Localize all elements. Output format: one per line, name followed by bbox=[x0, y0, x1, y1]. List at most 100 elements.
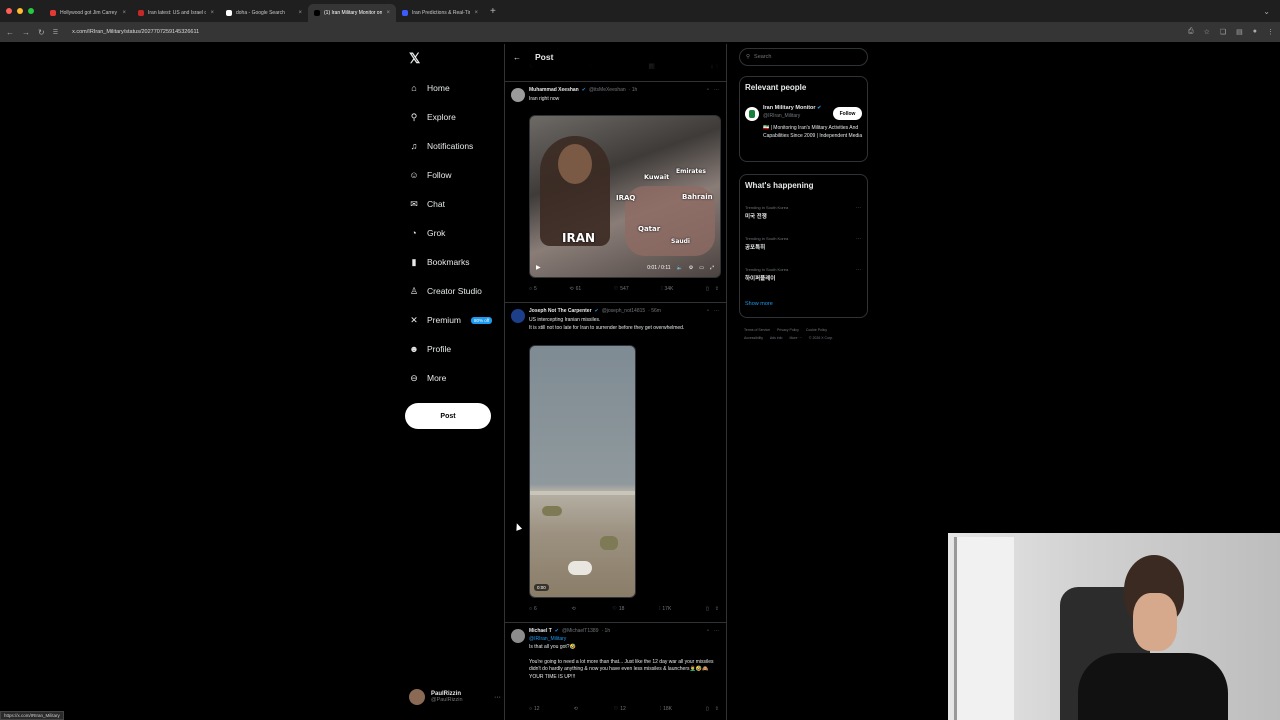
tweet-author-name[interactable]: Muhammad Xeeshan bbox=[529, 87, 579, 93]
close-tab-icon[interactable]: × bbox=[474, 10, 478, 16]
browser-tab[interactable]: Hollywood got Jim Carrey 😭 × bbox=[44, 4, 132, 22]
reply-mention-link[interactable]: @IRIran_Military bbox=[529, 636, 719, 644]
post-button[interactable]: Post bbox=[405, 403, 491, 429]
trend-item[interactable]: Trending in South Korea 미국 전쟁 ··· bbox=[745, 205, 865, 220]
footer-link[interactable]: More ··· bbox=[789, 336, 801, 340]
more-dots-icon[interactable]: ··· bbox=[714, 628, 719, 634]
bookmark-icon[interactable]: ▯ bbox=[706, 286, 709, 292]
share-icon[interactable]: ⇪ bbox=[715, 706, 719, 712]
extensions-icon[interactable]: ❏ bbox=[1220, 28, 1226, 36]
forward-arrow-icon[interactable]: → bbox=[22, 28, 30, 37]
footer-link[interactable]: Terms of Service bbox=[744, 328, 770, 332]
close-tab-icon[interactable]: × bbox=[298, 10, 302, 16]
grok-icon[interactable]: ◔ bbox=[706, 628, 709, 634]
browser-tab[interactable]: Iran latest: US and Israel con × bbox=[132, 4, 220, 22]
tweet-time[interactable]: · 56m bbox=[648, 308, 661, 314]
pip-icon[interactable]: ▭ bbox=[699, 265, 704, 271]
sidebar-icon[interactable]: ▤ bbox=[1236, 28, 1243, 36]
footer-link[interactable]: Cookie Policy bbox=[806, 328, 827, 332]
back-arrow-icon[interactable]: ← bbox=[513, 53, 521, 62]
minimize-window-button[interactable] bbox=[17, 8, 23, 14]
nav-item-creator-studio[interactable]: ♙ Creator Studio bbox=[409, 282, 482, 300]
grok-icon[interactable]: ◔ bbox=[706, 87, 709, 93]
nav-item-follow[interactable]: ☺ Follow bbox=[409, 166, 451, 184]
nav-item-premium[interactable]: ✕ Premium 80% off bbox=[409, 311, 493, 329]
reply-button[interactable]: ○ 5 bbox=[529, 286, 537, 292]
reply-button[interactable]: ○ 6 bbox=[529, 606, 537, 612]
close-tab-icon[interactable]: × bbox=[210, 10, 214, 16]
trend-item[interactable]: Trending in South Korea 하이퍼플레이 ··· bbox=[745, 267, 865, 282]
video-player[interactable]: IRAN IRAQ Kuwait Emirates Bahrain Qatar … bbox=[529, 115, 721, 278]
tweet-author-name[interactable]: Michael T bbox=[529, 628, 552, 634]
settings-icon[interactable]: ⚙ bbox=[689, 265, 693, 271]
new-tab-button[interactable]: + bbox=[490, 6, 496, 17]
trend-item[interactable]: Trending in South Korea 공포특히 ··· bbox=[745, 236, 865, 251]
reply-button[interactable]: ○ 12 bbox=[529, 706, 540, 712]
views-button[interactable]: ⫶ 34K bbox=[661, 286, 673, 292]
nav-item-explore[interactable]: ⚲ Explore bbox=[409, 108, 456, 126]
play-icon[interactable]: ▶ bbox=[536, 264, 541, 271]
back-arrow-icon[interactable]: ← bbox=[6, 28, 14, 37]
nav-item-grok[interactable]: ◔ Grok bbox=[409, 224, 445, 242]
reload-icon[interactable]: ↻ bbox=[38, 28, 45, 37]
footer-link[interactable]: Accessibility bbox=[744, 336, 763, 340]
volume-icon[interactable]: 🔈 bbox=[677, 265, 683, 271]
tweet[interactable]: Muhammad Xeeshan ✔ @itsMeXeeshan · 1h ◔ ·… bbox=[505, 81, 726, 300]
video-player[interactable]: 0:00 bbox=[529, 345, 636, 598]
nav-item-notifications[interactable]: ♫ Notifications bbox=[409, 137, 474, 155]
fullscreen-icon[interactable]: ⤢ bbox=[710, 265, 714, 271]
bookmark-icon[interactable]: ▯ bbox=[706, 706, 709, 712]
repost-button[interactable]: ⟲ bbox=[572, 606, 578, 612]
close-tab-icon[interactable]: × bbox=[386, 10, 390, 16]
follow-button[interactable]: Follow bbox=[833, 107, 862, 120]
avatar[interactable] bbox=[745, 107, 759, 121]
star-icon[interactable]: ☆ bbox=[1204, 28, 1210, 36]
zoom-window-button[interactable] bbox=[28, 8, 34, 14]
main-timeline[interactable]: ↻ ♡ 📊 ▮ ⇪ Muhammad Xeeshan ✔ @itsMeXeesh… bbox=[504, 44, 727, 720]
nav-item-home[interactable]: ⌂ Home bbox=[409, 79, 449, 97]
grok-icon[interactable]: ◔ bbox=[706, 308, 709, 314]
close-window-button[interactable] bbox=[6, 8, 12, 14]
tweet-time[interactable]: · 1h bbox=[629, 87, 638, 93]
more-dots-icon[interactable]: ··· bbox=[856, 267, 861, 273]
tweet-time[interactable]: · 1h bbox=[601, 628, 610, 634]
person-name[interactable]: Iran Military Monitor ✔ bbox=[763, 105, 821, 111]
repost-button[interactable]: ⟲ bbox=[574, 706, 580, 712]
avatar[interactable] bbox=[511, 309, 525, 323]
tweet-author-name[interactable]: Joseph Not The Carpenter bbox=[529, 308, 592, 314]
like-button[interactable]: ♡ 12 bbox=[614, 706, 626, 712]
share-icon[interactable]: ⇪ bbox=[715, 606, 719, 612]
tweet-author-handle[interactable]: @MichaelT1389 bbox=[562, 628, 598, 634]
views-button[interactable]: ⫶ 17K bbox=[659, 606, 671, 612]
account-switcher[interactable]: PaulRizzin @PaulRizzin ··· bbox=[409, 686, 501, 708]
tweet[interactable]: Joseph Not The Carpenter ✔ @joseph_not14… bbox=[505, 302, 726, 620]
nav-item-more[interactable]: ⊖ More bbox=[409, 369, 446, 387]
like-button[interactable]: ♡ 547 bbox=[614, 286, 629, 292]
like-button[interactable]: ♡ 18 bbox=[612, 606, 624, 612]
footer-link[interactable]: Ads info bbox=[770, 336, 783, 340]
nav-item-profile[interactable]: ☻ Profile bbox=[409, 340, 451, 358]
more-dots-icon[interactable]: ··· bbox=[714, 308, 719, 314]
views-button[interactable]: ⫶ 18K bbox=[660, 706, 672, 712]
avatar[interactable] bbox=[511, 629, 525, 643]
search-input[interactable]: ⚲ Search bbox=[739, 48, 868, 66]
install-icon[interactable]: ⎙ bbox=[1188, 28, 1194, 36]
tweet-author-handle[interactable]: @itsMeXeeshan bbox=[589, 87, 626, 93]
menu-dots-icon[interactable]: ⋮ bbox=[1267, 28, 1274, 36]
browser-tab[interactable]: (1) Iran Military Monitor on X × bbox=[308, 4, 396, 22]
more-dots-icon[interactable]: ··· bbox=[856, 236, 861, 242]
tab-search-icon[interactable]: ⌄ bbox=[1263, 7, 1280, 16]
profile-avatar-icon[interactable]: ● bbox=[1253, 28, 1257, 36]
url-field[interactable]: x.com/IRIran_Military/status/20277072591… bbox=[72, 29, 1180, 35]
show-more-link[interactable]: Show more bbox=[745, 301, 773, 307]
more-dots-icon[interactable]: ··· bbox=[494, 694, 501, 701]
person-handle[interactable]: @IRIran_Military bbox=[763, 113, 800, 119]
browser-tab[interactable]: Iran Predictions & Real-Time × bbox=[396, 4, 484, 22]
footer-link[interactable]: Privacy Policy bbox=[777, 328, 799, 332]
x-logo-icon[interactable]: 𝕏 bbox=[409, 50, 420, 67]
site-info-icon[interactable]: ☰ bbox=[53, 29, 58, 36]
browser-tab[interactable]: doha - Google Search × bbox=[220, 4, 308, 22]
close-tab-icon[interactable]: × bbox=[122, 10, 126, 16]
tweet[interactable]: Michael T ✔ @MichaelT1389 · 1h ◔ ··· @IRI… bbox=[505, 622, 726, 720]
avatar[interactable] bbox=[511, 88, 525, 102]
